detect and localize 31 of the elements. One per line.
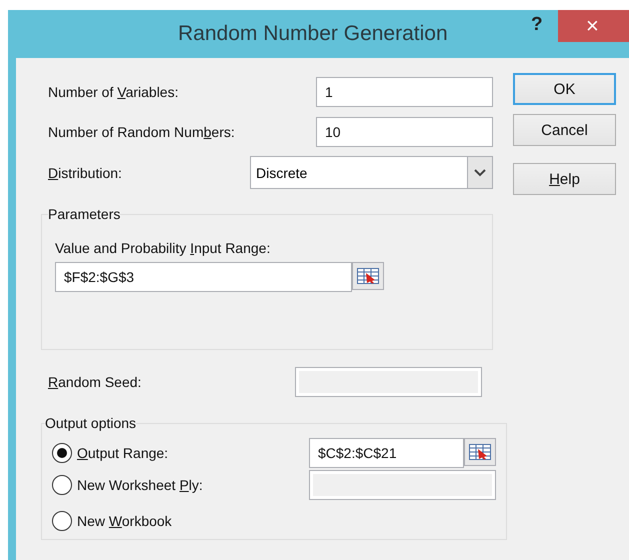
input-field[interactable] xyxy=(309,470,496,500)
field-label: Number of Variables: xyxy=(48,84,178,100)
range-select-button[interactable] xyxy=(352,262,384,290)
radio-button[interactable] xyxy=(52,511,72,531)
input-field[interactable]: $C$2:$C$21 xyxy=(309,438,464,468)
group-title: Output options xyxy=(45,415,136,431)
input-field[interactable]: $F$2:$G$3 xyxy=(55,262,352,292)
field-label: Number of Random Numbers: xyxy=(48,124,235,140)
input-field[interactable]: 1 xyxy=(316,77,493,107)
chevron-down-icon xyxy=(474,168,486,176)
radio-button[interactable] xyxy=(52,475,72,495)
range-select-icon xyxy=(469,444,491,460)
dialog-button[interactable]: OK xyxy=(513,73,616,105)
close-button[interactable]: × xyxy=(558,10,629,42)
radio-button[interactable] xyxy=(52,443,72,463)
window-title: Random Number Generation xyxy=(178,22,448,46)
field-label: Distribution: xyxy=(48,164,122,180)
field-label: Random Seed: xyxy=(48,374,142,390)
input-field[interactable] xyxy=(295,367,482,397)
distribution-dropdown[interactable]: Discrete xyxy=(250,156,493,189)
dialog-button[interactable]: Cancel xyxy=(513,114,616,146)
field-label: Value and Probability Input Range: xyxy=(55,240,272,256)
option-label: New Workbook xyxy=(77,513,173,529)
group-title: Parameters xyxy=(48,206,120,222)
range-select-icon xyxy=(357,268,379,284)
range-select-button[interactable] xyxy=(464,438,496,466)
dialog-button[interactable]: Help xyxy=(513,163,616,195)
input-field[interactable]: 10 xyxy=(316,117,493,147)
option-label: New Worksheet Ply: xyxy=(77,477,204,493)
help-button[interactable]: ? xyxy=(531,14,543,36)
option-label: Output Range: xyxy=(77,445,170,461)
